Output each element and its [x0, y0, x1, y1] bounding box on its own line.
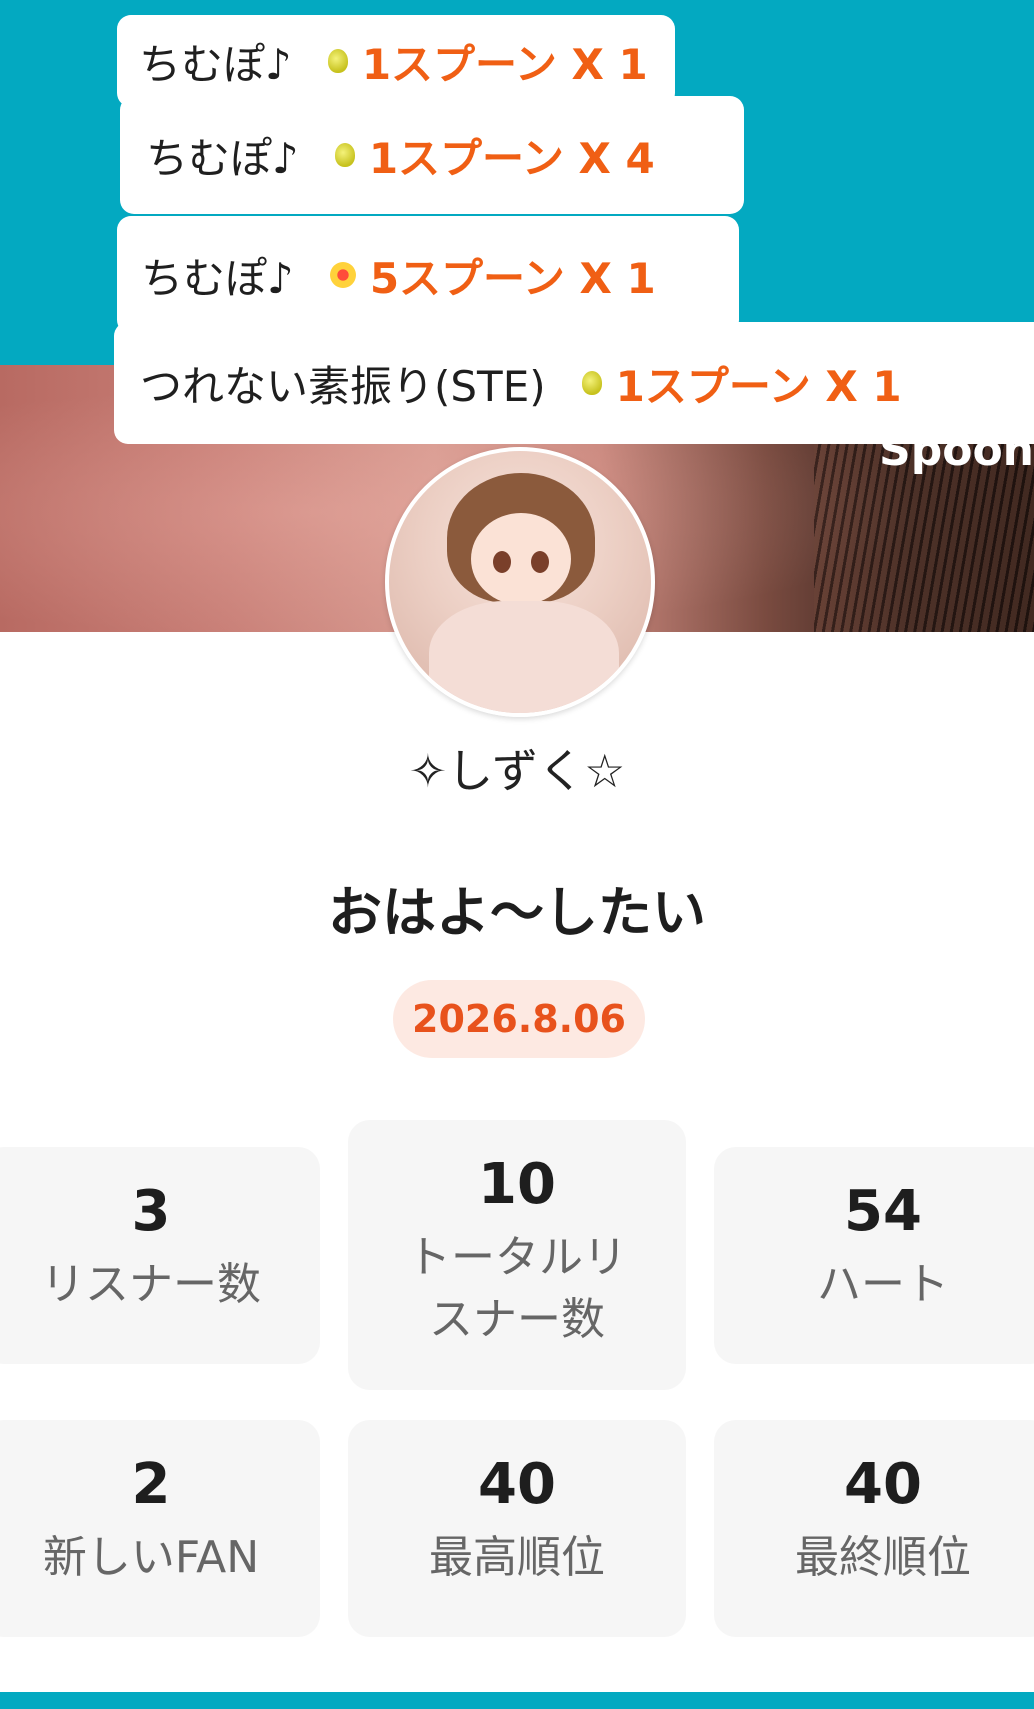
gift-sender: ちむぽ♪ [146, 133, 299, 183]
date-badge: 2026.8.06 [393, 980, 645, 1058]
gift-amount: 1スプーン X 4 [368, 133, 655, 183]
stat-value: 40 [478, 1452, 556, 1517]
gift-sender: ちむぽ♪ [139, 39, 292, 89]
stat-value: 54 [844, 1179, 922, 1244]
gift-sender: つれない素振り(STE) [140, 361, 546, 411]
stat-final-rank: 40 最終順位 [714, 1420, 1034, 1637]
room-title: おはよ〜したい [328, 881, 706, 944]
gift-notification: ちむぽ♪ 5スプーン X 1 [117, 216, 739, 334]
stat-value: 40 [844, 1452, 922, 1517]
stat-value: 10 [478, 1152, 556, 1217]
stat-label: 最高順位 [429, 1532, 605, 1583]
gift-sender: ちむぽ♪ [141, 253, 294, 303]
stat-value: 2 [131, 1452, 171, 1517]
avatar-face [471, 513, 571, 605]
stat-label: 最終順位 [795, 1532, 971, 1583]
gift-amount: 5スプーン X 1 [369, 253, 656, 303]
profile-name[interactable]: ✧しずく☆ [0, 735, 1034, 801]
stat-total-listeners: 10 トータルリスナー数 [348, 1120, 686, 1390]
stat-new-fans: 2 新しいFAN [0, 1420, 320, 1637]
star-spoon-icon [329, 262, 356, 288]
lemon-spoon-icon [327, 49, 348, 73]
stat-label: トータルリスナー数 [407, 1232, 627, 1345]
gift-notification: ちむぽ♪ 1スプーン X 1 [117, 15, 675, 107]
stat-value: 3 [131, 1179, 171, 1244]
stat-label: ハート [817, 1259, 949, 1310]
stat-label: リスナー数 [41, 1259, 261, 1310]
gift-amount: 1スプーン X 1 [361, 39, 648, 89]
gift-notification: つれない素振り(STE) 1スプーン X 1 [114, 322, 1034, 444]
avatar-sweater [429, 601, 619, 713]
gift-amount: 1スプーン X 1 [615, 361, 902, 411]
stat-listeners: 3 リスナー数 [0, 1147, 320, 1364]
stat-hearts: 54 ハート [714, 1147, 1034, 1364]
avatar-eye [493, 551, 511, 573]
stat-best-rank: 40 最高順位 [348, 1420, 686, 1637]
stat-label: 新しいFAN [42, 1532, 260, 1583]
footer-bar [0, 1692, 1034, 1709]
avatar-eye [531, 551, 549, 573]
gift-notification: ちむぽ♪ 1スプーン X 4 [120, 96, 744, 214]
lemon-spoon-icon [581, 371, 602, 395]
profile-avatar[interactable] [385, 447, 655, 717]
lemon-spoon-icon [334, 143, 355, 167]
